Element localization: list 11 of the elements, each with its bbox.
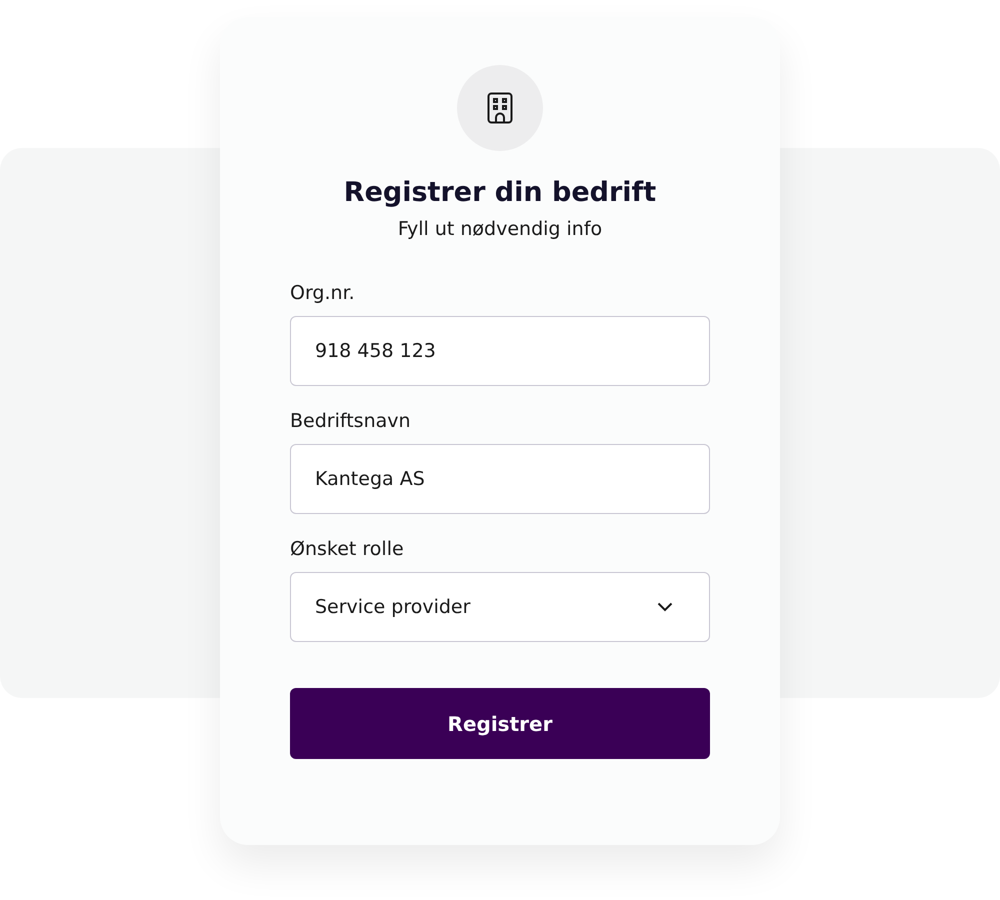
card-subtitle: Fyll ut nødvendig info	[398, 218, 602, 240]
role-dropdown[interactable]: Service provider	[290, 572, 710, 642]
chevron-down-icon	[657, 602, 673, 612]
input-field[interactable]: Kantega AS	[290, 444, 710, 514]
field-label: Ønsket rolle	[290, 538, 404, 560]
input-field[interactable]: 918 458 123	[290, 316, 710, 386]
register-button[interactable]: Registrer	[290, 688, 710, 759]
building-icon	[487, 92, 513, 124]
card-title: Registrer din bedrift	[344, 177, 656, 208]
field-label: Org.nr.	[290, 282, 355, 304]
field-label: Bedriftsnavn	[290, 410, 411, 432]
